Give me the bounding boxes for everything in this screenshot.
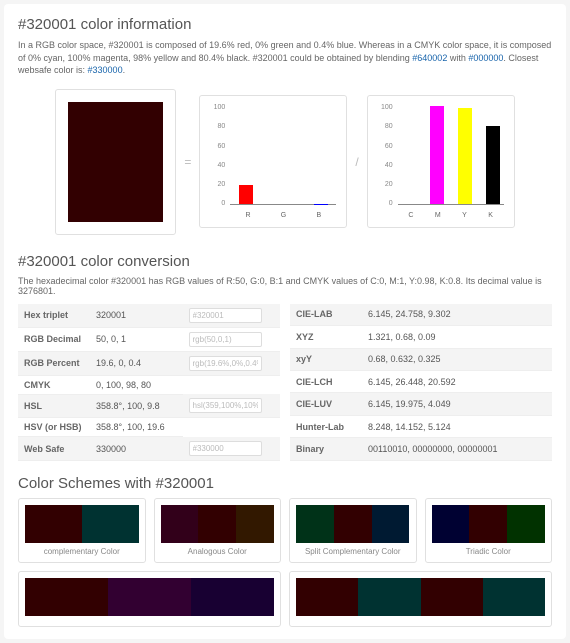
- table-row: Hex triplet320001: [18, 304, 280, 328]
- page-title: #320001 color information: [18, 16, 552, 33]
- main-swatch: [68, 102, 163, 222]
- scheme-card[interactable]: [289, 571, 552, 627]
- copy-input[interactable]: [189, 398, 262, 413]
- schemes-title: Color Schemes with #320001: [18, 475, 552, 492]
- table-row: CIE-LCH6.145, 26.448, 20.592: [290, 371, 552, 393]
- conversion-table-right: CIE-LAB6.145, 24.758, 9.302XYZ1.321, 0.6…: [290, 304, 552, 461]
- table-row: RGB Percent19.6, 0, 0.4: [18, 351, 280, 375]
- table-row: HSL358.8°, 100, 9.8: [18, 394, 280, 418]
- scheme-card[interactable]: Triadic Color: [425, 498, 553, 563]
- copy-input[interactable]: [189, 308, 262, 323]
- scheme-card[interactable]: complementary Color: [18, 498, 146, 563]
- table-row: RGB Decimal50, 0, 1: [18, 327, 280, 351]
- scheme-label: Analogous Color: [161, 547, 275, 556]
- equals-icon: =: [184, 155, 191, 169]
- schemes-row-1: complementary Color Analogous Color Split …: [18, 498, 552, 563]
- table-row: Hunter-Lab8.248, 14.152, 5.124: [290, 415, 552, 437]
- copy-input[interactable]: [189, 332, 262, 347]
- table-row: CIE-LUV6.145, 19.975, 4.049: [290, 393, 552, 415]
- bar-Y: [458, 108, 472, 204]
- schemes-row-2: [18, 571, 552, 627]
- table-row: CMYK0, 100, 98, 80: [18, 375, 280, 394]
- scheme-card[interactable]: Analogous Color: [154, 498, 282, 563]
- table-row: HSV (or HSB)358.8°, 100, 19.6: [18, 418, 280, 437]
- table-row: Binary00110010, 00000000, 00000001: [290, 438, 552, 460]
- table-row: CIE-LAB6.145, 24.758, 9.302: [290, 304, 552, 326]
- scheme-label: Split Complementary Color: [296, 547, 410, 556]
- cmyk-chart-panel: 100806040200CMYK: [367, 95, 515, 228]
- main-swatch-panel: [55, 89, 176, 235]
- charts-row: = 100806040200RGB / 100806040200CMYK: [18, 89, 552, 235]
- slash-icon: /: [355, 155, 358, 169]
- bar-M: [430, 106, 444, 204]
- table-row: xyY0.68, 0.632, 0.325: [290, 348, 552, 370]
- scheme-label: Triadic Color: [432, 547, 546, 556]
- scheme-card[interactable]: Split Complementary Color: [289, 498, 417, 563]
- websafe-link[interactable]: #330000: [88, 65, 123, 75]
- conversion-table-left: Hex triplet320001RGB Decimal50, 0, 1RGB …: [18, 304, 280, 461]
- conversion-desc: The hexadecimal color #320001 has RGB va…: [18, 276, 552, 296]
- bar-K: [486, 126, 500, 205]
- conversion-tables: Hex triplet320001RGB Decimal50, 0, 1RGB …: [18, 304, 552, 461]
- copy-input[interactable]: [189, 356, 262, 371]
- conversion-title: #320001 color conversion: [18, 253, 552, 270]
- rgb-chart-panel: 100806040200RGB: [199, 95, 347, 228]
- copy-input[interactable]: [189, 441, 262, 456]
- blend-link-2[interactable]: #000000: [468, 53, 503, 63]
- scheme-label: complementary Color: [25, 547, 139, 556]
- blend-link-1[interactable]: #640002: [412, 53, 447, 63]
- intro-text: In a RGB color space, #320001 is compose…: [18, 39, 552, 77]
- scheme-card[interactable]: [18, 571, 281, 627]
- table-row: Web Safe330000: [18, 437, 280, 461]
- table-row: XYZ1.321, 0.68, 0.09: [290, 326, 552, 348]
- bar-R: [239, 185, 253, 204]
